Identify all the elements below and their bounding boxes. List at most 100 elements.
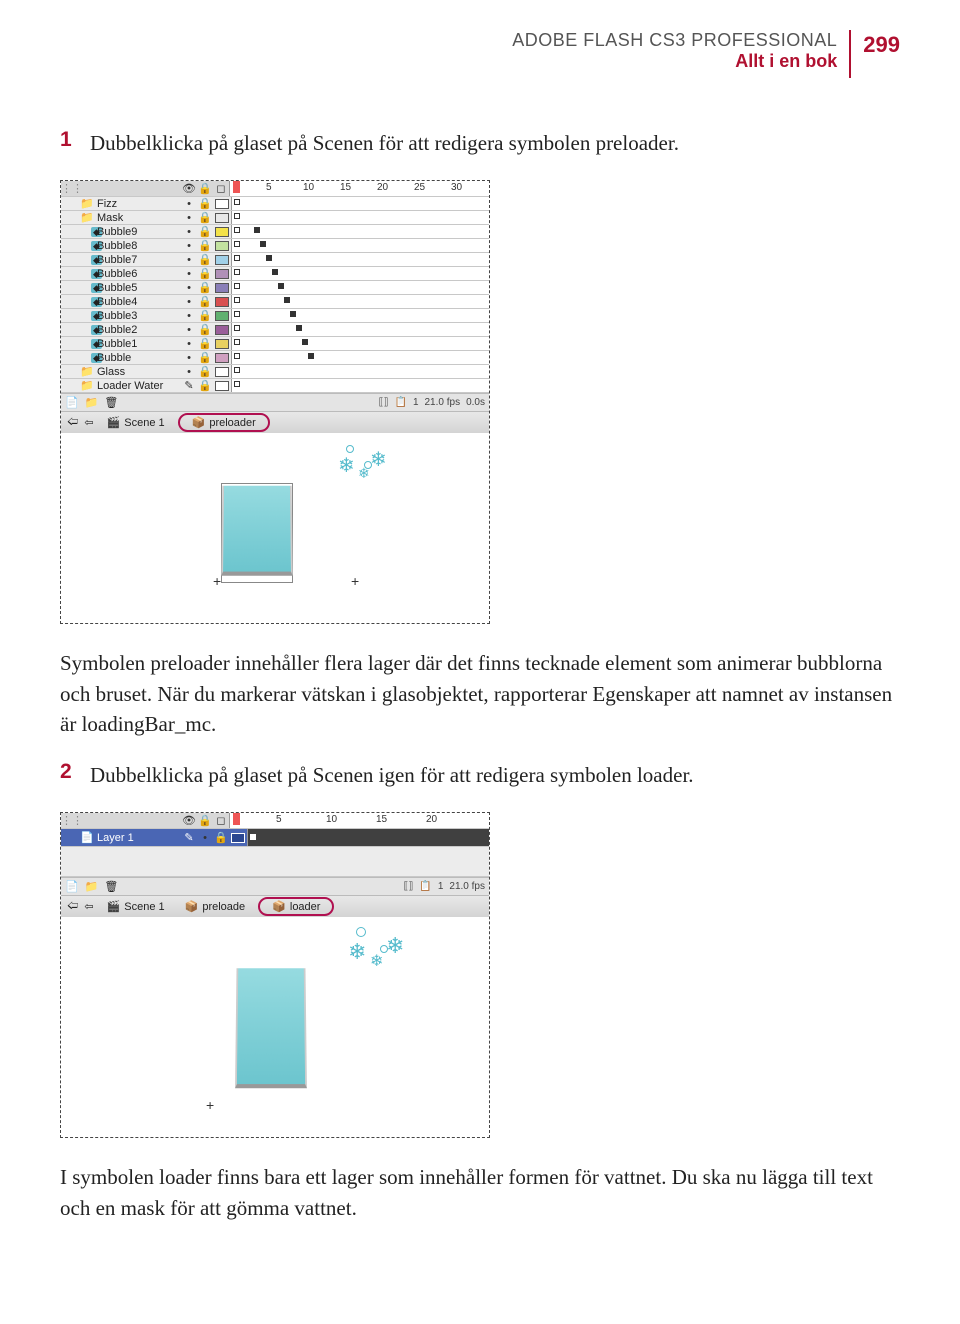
lock-column-icon[interactable]: 🔒 <box>197 182 213 195</box>
layer-name-label[interactable]: Bubble4 <box>95 296 181 308</box>
visibility-dot[interactable]: • <box>181 296 197 308</box>
frames-track[interactable] <box>231 225 489 238</box>
layer-row-layer1[interactable]: 📄 Layer 1 ✎ • 🔒 <box>61 829 489 847</box>
breadcrumb-scene-2[interactable]: 🎬 Scene 1 <box>100 897 172 916</box>
frames-track[interactable] <box>231 197 489 210</box>
color-swatch[interactable] <box>215 213 229 223</box>
visibility-dot[interactable]: • <box>181 366 197 378</box>
layer-row[interactable]: ◆Bubble9•🔒 <box>61 225 489 239</box>
outline-column-icon[interactable]: ◻ <box>213 182 229 195</box>
color-swatch[interactable] <box>215 297 229 307</box>
breadcrumb-preloader[interactable]: 📦 preloader <box>178 413 270 432</box>
keyframe-icon[interactable] <box>234 325 240 331</box>
layer-name-label[interactable]: Bubble9 <box>95 226 181 238</box>
layer-row[interactable]: ◆Bubble6•🔒 <box>61 267 489 281</box>
color-swatch[interactable] <box>215 367 229 377</box>
visibility-dot[interactable]: • <box>181 212 197 224</box>
new-layer-icon[interactable]: 📄 <box>65 880 79 893</box>
layer-row[interactable]: ◆Bubble•🔒 <box>61 351 489 365</box>
color-swatch[interactable] <box>215 269 229 279</box>
glass-symbol-2[interactable] <box>235 968 307 1088</box>
visibility-dot[interactable]: • <box>181 338 197 350</box>
frame-ruler-2[interactable]: 5 10 15 20 <box>229 813 489 828</box>
layer1-label[interactable]: Layer 1 <box>95 832 181 844</box>
new-folder-icon[interactable]: 📁 <box>85 396 99 409</box>
frames-track[interactable] <box>231 295 489 308</box>
visibility-dot[interactable]: • <box>181 254 197 266</box>
eye-column-icon[interactable]: 👁 <box>181 182 197 195</box>
keyframe-icon[interactable] <box>234 269 240 275</box>
visibility-dot[interactable]: • <box>181 282 197 294</box>
visibility-dot[interactable]: • <box>181 240 197 252</box>
color-swatch[interactable] <box>215 339 229 349</box>
color-swatch[interactable] <box>215 353 229 363</box>
keyframe-icon[interactable] <box>234 339 240 345</box>
visibility-dot[interactable]: • <box>181 352 197 364</box>
frame-nav-icon[interactable]: 📋 <box>394 397 406 408</box>
frames-track[interactable] <box>231 281 489 294</box>
lock-column-icon[interactable]: 🔒 <box>197 814 213 827</box>
lock-icon[interactable]: 🔒 <box>213 831 229 844</box>
breadcrumb-preloader-2[interactable]: 📦 preloade <box>178 897 253 916</box>
layer-row[interactable]: ◆Bubble2•🔒 <box>61 323 489 337</box>
layer-row[interactable]: ◆Bubble1•🔒 <box>61 337 489 351</box>
color-swatch[interactable] <box>215 381 229 391</box>
layer-row[interactable]: ◆Bubble3•🔒 <box>61 309 489 323</box>
keyframe-icon[interactable] <box>302 339 308 345</box>
outline-column-icon[interactable]: ◻ <box>213 814 229 827</box>
onion-icon[interactable]: ⟦⟧ <box>403 881 413 892</box>
lock-icon[interactable]: 🔒 <box>197 281 213 294</box>
frames-track[interactable] <box>231 323 489 336</box>
playhead-icon[interactable] <box>233 181 240 193</box>
new-folder-icon[interactable]: 📁 <box>85 880 99 893</box>
drag-handle-icon[interactable]: ⋮⋮ <box>61 182 79 195</box>
layer-name-label[interactable]: Bubble6 <box>95 268 181 280</box>
color-swatch[interactable] <box>215 255 229 265</box>
keyframe-icon[interactable] <box>290 311 296 317</box>
eye-column-icon[interactable]: 👁 <box>181 814 197 827</box>
color-swatch[interactable] <box>215 311 229 321</box>
frames-track[interactable] <box>231 239 489 252</box>
keyframe-icon[interactable] <box>278 283 284 289</box>
keyframe-icon[interactable] <box>234 381 240 387</box>
layer-name-label[interactable]: Bubble1 <box>95 338 181 350</box>
frames-track[interactable] <box>231 309 489 322</box>
layer-name-label[interactable]: Loader Water <box>95 380 181 392</box>
lock-icon[interactable]: 🔒 <box>197 211 213 224</box>
keyframe-icon[interactable] <box>234 311 240 317</box>
keyframe-icon[interactable] <box>308 353 314 359</box>
keyframe-icon[interactable] <box>234 227 240 233</box>
layer-name-label[interactable]: Bubble <box>95 352 181 364</box>
lock-icon[interactable]: 🔒 <box>197 379 213 392</box>
frames-track[interactable] <box>231 337 489 350</box>
lock-icon[interactable]: 🔒 <box>197 239 213 252</box>
keyframe-icon[interactable] <box>234 353 240 359</box>
lock-icon[interactable]: 🔒 <box>197 309 213 322</box>
delete-layer-icon[interactable]: 🗑 <box>104 396 118 409</box>
drag-handle-icon[interactable]: ⋮⋮ <box>61 814 79 827</box>
layer-name-label[interactable]: Bubble5 <box>95 282 181 294</box>
layer-row[interactable]: ◆Bubble7•🔒 <box>61 253 489 267</box>
back-icon[interactable]: ⇦ <box>84 900 93 913</box>
lock-icon[interactable]: 🔒 <box>197 337 213 350</box>
visibility-dot[interactable]: • <box>181 310 197 322</box>
frames-track[interactable] <box>231 253 489 266</box>
layer-name-label[interactable]: Mask <box>95 212 181 224</box>
stage-canvas-2[interactable]: ❄ ❄ ❄ + <box>61 917 489 1137</box>
keyframe-icon[interactable] <box>254 227 260 233</box>
layer-row[interactable]: ◆Bubble5•🔒 <box>61 281 489 295</box>
breadcrumb-loader[interactable]: 📦 loader <box>258 897 334 916</box>
frame-nav-icon[interactable]: 📋 <box>419 881 431 892</box>
frames-track[interactable] <box>231 351 489 364</box>
new-layer-icon[interactable]: 📄 <box>65 396 79 409</box>
keyframe-icon[interactable] <box>234 283 240 289</box>
keyframe-icon[interactable] <box>234 213 240 219</box>
arrow-icon[interactable]: 🢠 <box>67 897 78 916</box>
delete-layer-icon[interactable]: 🗑 <box>104 880 118 893</box>
layer-row[interactable]: ◆Bubble8•🔒 <box>61 239 489 253</box>
layer-row[interactable]: 📁Glass•🔒 <box>61 365 489 379</box>
keyframe-icon[interactable] <box>234 199 240 205</box>
playhead-icon[interactable] <box>233 813 240 825</box>
color-swatch[interactable] <box>215 227 229 237</box>
lock-icon[interactable]: 🔒 <box>197 351 213 364</box>
